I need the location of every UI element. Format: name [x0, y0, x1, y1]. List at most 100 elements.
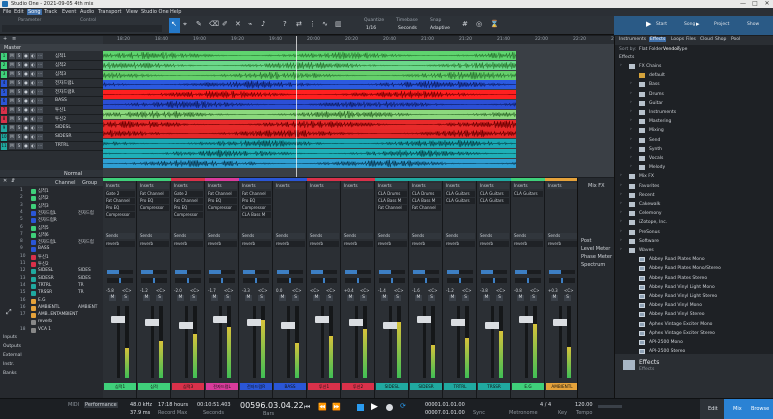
- mute-button[interactable]: M: [9, 143, 15, 149]
- channel-label[interactable]: 투신2: [342, 383, 374, 390]
- send-slot[interactable]: reverb: [309, 241, 339, 247]
- minimize-button[interactable]: —: [737, 0, 749, 8]
- insert-slot[interactable]: CLA Bass M: [241, 212, 271, 218]
- track-row[interactable]: 3 M S ● ◐ ⋯ 심적3: [0, 70, 103, 79]
- mute-button[interactable]: M: [517, 295, 524, 301]
- browser-item[interactable]: › Melody: [615, 164, 773, 172]
- insert-slot[interactable]: CLA Drums: [411, 191, 441, 197]
- send-slot[interactable]: reverb: [547, 241, 577, 247]
- menu-file[interactable]: File: [3, 9, 11, 15]
- insert-slot[interactable]: CLA Guitars: [445, 198, 475, 204]
- send-level[interactable]: [209, 270, 235, 274]
- sends-header[interactable]: Sends: [173, 233, 203, 239]
- audio-event[interactable]: [103, 60, 516, 70]
- sends-header[interactable]: Sends: [479, 233, 509, 239]
- volume-fader[interactable]: [185, 306, 188, 378]
- edit-button[interactable]: Edit: [700, 399, 724, 419]
- browser-item[interactable]: › Mixing: [615, 127, 773, 135]
- track-name[interactable]: 심적1: [55, 53, 66, 59]
- mute-button[interactable]: M: [9, 98, 15, 104]
- browser-item[interactable]: › Instruments: [615, 109, 773, 117]
- snap-value[interactable]: Adaptive: [430, 26, 450, 31]
- menu-event[interactable]: Event: [62, 9, 76, 15]
- inserts-header[interactable]: Inserts: [309, 183, 339, 189]
- pan-control[interactable]: [413, 278, 439, 283]
- mixer-list-item[interactable]: 4 전자드럼L 전자드럼: [20, 210, 103, 217]
- browser-item[interactable]: › Mastering: [615, 118, 773, 126]
- split-tool-icon[interactable]: ✎: [196, 20, 202, 28]
- browse-button[interactable]: Browse: [748, 399, 773, 419]
- pan-value[interactable]: <C>: [122, 288, 132, 293]
- send-level[interactable]: [413, 270, 439, 274]
- browser-item[interactable]: › Bass: [615, 81, 773, 89]
- volume-value[interactable]: <C>: [310, 288, 320, 293]
- solo-button[interactable]: S: [428, 295, 435, 301]
- browser-item[interactable]: Abbey Road Plates Mono/Stereo: [615, 265, 773, 273]
- solo-button[interactable]: S: [16, 98, 22, 104]
- send-slot[interactable]: reverb: [479, 241, 509, 247]
- record-arm-button[interactable]: ●: [23, 116, 29, 122]
- track-name[interactable]: 투신1: [55, 107, 66, 113]
- arrange-view[interactable]: [103, 36, 614, 177]
- volume-fader[interactable]: [457, 306, 460, 378]
- solo-button[interactable]: S: [360, 295, 367, 301]
- insert-slot[interactable]: CLA Guitars: [513, 191, 543, 197]
- pan-value[interactable]: <C>: [496, 288, 506, 293]
- sends-header[interactable]: Sends: [275, 233, 305, 239]
- send-level[interactable]: [345, 270, 371, 274]
- record-button[interactable]: [386, 404, 393, 411]
- tempo-value[interactable]: 120.00: [575, 402, 593, 408]
- pan-control[interactable]: [209, 278, 235, 283]
- pan-control[interactable]: [345, 278, 371, 283]
- tool-icon-9[interactable]: ∿: [322, 20, 328, 28]
- track-options-icon[interactable]: ⋯: [37, 143, 43, 149]
- mixer-layout-icon[interactable]: ⇵: [11, 178, 15, 184]
- solo-button[interactable]: S: [258, 295, 265, 301]
- solo-button[interactable]: S: [394, 295, 401, 301]
- tab-shop[interactable]: Shop: [715, 37, 726, 42]
- fast-forward-icon[interactable]: ⏩: [332, 403, 341, 411]
- track-options-icon[interactable]: ⋯: [37, 71, 43, 77]
- mute-button[interactable]: M: [483, 295, 490, 301]
- sends-header[interactable]: Sends: [547, 233, 577, 239]
- inserts-header[interactable]: Inserts: [547, 183, 577, 189]
- mute-button[interactable]: M: [245, 295, 252, 301]
- solo-button[interactable]: S: [462, 295, 469, 301]
- mute-button[interactable]: M: [9, 62, 15, 68]
- monitor-button[interactable]: ◐: [30, 134, 36, 140]
- record-arm-button[interactable]: ●: [23, 62, 29, 68]
- mixer-list-item[interactable]: 13 SIDESR SIDES: [20, 276, 103, 283]
- sends-header[interactable]: Sends: [377, 233, 407, 239]
- maximize-button[interactable]: □: [749, 0, 761, 8]
- browser-item[interactable]: default: [615, 72, 773, 80]
- channel-label[interactable]: AMBIENTL: [546, 383, 578, 390]
- sends-header[interactable]: Sends: [445, 233, 475, 239]
- inserts-header[interactable]: Inserts: [139, 183, 169, 189]
- channel-label[interactable]: E.G: [512, 383, 544, 390]
- sends-header[interactable]: Sends: [309, 233, 339, 239]
- browser-item[interactable]: › Guitar: [615, 100, 773, 108]
- monitor-button[interactable]: ◐: [30, 116, 36, 122]
- volume-fader[interactable]: [559, 306, 562, 378]
- pan-control[interactable]: [549, 278, 575, 283]
- send-level[interactable]: [515, 270, 541, 274]
- track-name[interactable]: SIDESR: [55, 134, 71, 139]
- menu-help[interactable]: Help: [170, 9, 181, 15]
- channel-label[interactable]: TRTRL: [444, 383, 476, 390]
- track-row[interactable]: 1 M S ● ◐ ⋯ 심적1: [0, 52, 103, 61]
- paint-tool-icon[interactable]: ✐: [222, 20, 228, 28]
- volume-value[interactable]: -0.8: [514, 288, 522, 293]
- insert-slot[interactable]: CLA Guitars: [479, 191, 509, 197]
- volume-value[interactable]: -1.4: [378, 288, 386, 293]
- channel-label[interactable]: 심적: [138, 383, 170, 390]
- record-arm-button[interactable]: ●: [23, 80, 29, 86]
- browser-item[interactable]: › Send: [615, 137, 773, 145]
- menu-track[interactable]: Track: [44, 9, 57, 15]
- audio-event[interactable]: [103, 149, 516, 158]
- timebase-value[interactable]: Seconds: [398, 26, 417, 31]
- pan-value[interactable]: <C>: [190, 288, 200, 293]
- menu-studio-one[interactable]: Studio One: [141, 9, 169, 15]
- solo-button[interactable]: S: [190, 295, 197, 301]
- mute-button[interactable]: M: [415, 295, 422, 301]
- track-options-icon[interactable]: ⋯: [37, 98, 43, 104]
